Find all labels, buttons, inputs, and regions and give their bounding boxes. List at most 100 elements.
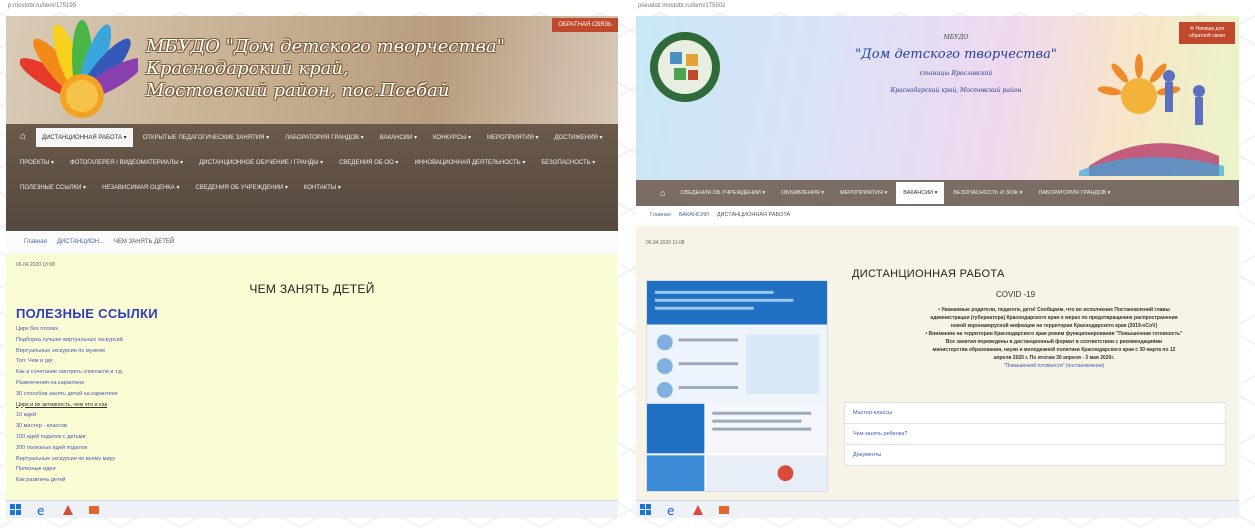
list-link[interactable]: 100 идей поделок с детьми: [16, 432, 608, 443]
right-browser-window: pseudoz.mostobr.ru/item/175502 МБУДО "До…: [636, 0, 1239, 518]
nav-item[interactable]: ЛАБОРАТОРИЯ ГРАНДОВ ▾: [1031, 182, 1117, 204]
list-link[interactable]: Как развлечь детей: [16, 475, 608, 486]
list-link[interactable]: 30 мастер - классов: [16, 421, 608, 432]
list-link[interactable]: 10 идей: [16, 410, 608, 421]
resolution-link[interactable]: "Повышенной готовности" (постановления): [876, 362, 1232, 370]
nav-item[interactable]: ИННОВАЦИОННАЯ ДЕЯТЕЛЬНОСТЬ ▾: [408, 153, 531, 172]
list-link[interactable]: Виртуальные экскурсии по музеям: [16, 346, 608, 357]
rainbow-flower-logo[interactable]: [20, 18, 138, 122]
nav-item[interactable]: КОНТАКТЫ ▾: [298, 178, 347, 197]
nav-item[interactable]: КОНКУРСЫ ▾: [427, 128, 477, 147]
breadcrumb-current: ЧЕМ ЗАНЯТЬ ДЕТЕЙ: [113, 239, 175, 245]
text-line: новой коронавирусной инфекции на террито…: [950, 323, 1158, 329]
right-page: МБУДО "Дом детского творчества" станицы …: [636, 16, 1239, 500]
text-line: Все занятия переведены в дистанционный ф…: [945, 339, 1163, 345]
links-list: Цирк без плохих Подборка лучших виртуаль…: [16, 324, 608, 486]
list-link[interactable]: Виртуальные экскурсии по всему миру: [16, 454, 608, 465]
list-link[interactable]: Цирк и их активность, чем что и как: [16, 400, 608, 411]
nav-item[interactable]: СВЕДЕНИЯ ОБ УЧРЕЖДЕНИИ ▾: [673, 182, 772, 204]
nav-item[interactable]: ПОЛЕЗНЫЕ ССЫЛКИ ▾: [14, 178, 92, 197]
main-nav: ⌂ СВЕДЕНИЯ ОБ УЧРЕЖДЕНИИ ▾ ОБЪЯВЛЕНИЯ ▾ …: [636, 180, 1239, 206]
announcement-text: • Уважаемые родители, педагоги, дети! Со…: [876, 306, 1232, 370]
site-header: МБУДО "Дом детского творчества" Краснода…: [6, 16, 618, 124]
nav-item[interactable]: ОБЪЯВЛЕНИЯ ▾: [774, 182, 831, 204]
address-bar[interactable]: p.mostobr.ru/item/175195: [6, 0, 618, 14]
accordion-item-occupy-child[interactable]: Чем занять ребенка?: [844, 424, 1226, 445]
list-link[interactable]: Цирк без плохих: [16, 324, 608, 335]
nav-item[interactable]: НЕЗАВИСИМАЯ ОЦЕНКА ▾: [96, 178, 185, 197]
accordion: Мастер-классы Чем занять ребенка? Докуме…: [844, 402, 1226, 466]
breadcrumb-current: ДИСТАНЦИОННАЯ РАБОТА: [716, 212, 791, 218]
taskbar: e: [6, 500, 618, 518]
office-icon[interactable]: [718, 504, 730, 516]
list-link[interactable]: 200 полезных идей поделок: [16, 443, 608, 454]
office-icon[interactable]: [88, 504, 100, 516]
text-line: • Уважаемые родители, педагоги, дети! Со…: [938, 307, 1170, 313]
nav-item[interactable]: МЕРОПРИЯТИЯ ▾: [481, 128, 545, 147]
list-link[interactable]: Подборка лучших виртуальных экскурсий: [16, 335, 608, 346]
windows-icon[interactable]: [10, 503, 22, 516]
nav-item[interactable]: ВАКАНСИИ ▾: [374, 128, 423, 147]
nav-item[interactable]: СВЕДЕНИЯ ОБ ОО ▾: [333, 153, 404, 172]
breadcrumb-link[interactable]: ВАКАНСИИ: [679, 212, 709, 220]
app-icon[interactable]: [692, 504, 704, 516]
list-link[interactable]: Как и сочетание смотреть спектакли и т.д…: [16, 367, 608, 378]
text-line: администрации (губернатора) Краснодарско…: [930, 315, 1178, 321]
list-link[interactable]: 30 способов занять детей на карантине: [16, 389, 608, 400]
breadcrumb-link[interactable]: ДИСТАНЦИОН...: [57, 239, 104, 247]
accordion-item-master-classes[interactable]: Мастер-классы: [844, 402, 1226, 424]
breadcrumb: Главная ВАКАНСИИ ДИСТАНЦИОННАЯ РАБОТА: [636, 206, 1239, 226]
site-title: "Дом детского творчества": [855, 47, 1057, 62]
list-link[interactable]: Полезные идеи: [16, 464, 608, 475]
text-line: апреля 2020 г. По итогам 30 апреля - 3 м…: [993, 355, 1115, 361]
accordion-item-documents[interactable]: Документы: [844, 445, 1226, 466]
breadcrumb-link[interactable]: Главная: [24, 239, 47, 247]
school-emblem-logo[interactable]: [648, 30, 722, 104]
nav-item-vacancies[interactable]: ВАКАНСИИ ▾: [896, 182, 945, 204]
text-line: министерства образования, науки и молоде…: [932, 347, 1176, 353]
publish-date: 06.04.2020 11:08: [646, 240, 685, 246]
breadcrumb: Главная ДИСТАНЦИОН... ЧЕМ ЗАНЯТЬ ДЕТЕЙ: [6, 232, 618, 254]
nav-item[interactable]: БЕЗОПАСНОСТЬ И ЗОЖ ▾: [946, 182, 1029, 204]
main-nav: ⌂ ДИСТАНЦИОННАЯ РАБОТА ▾ ОТКРЫТЫЕ ПЕДАГО…: [6, 124, 618, 231]
left-browser-window: p.mostobr.ru/item/175195 МБУДО "Дом детс…: [6, 0, 618, 518]
app-icon[interactable]: [62, 504, 74, 516]
address-bar[interactable]: pseudoz.mostobr.ru/item/175502: [636, 0, 1239, 14]
site-subtitle: станицы Ярославской: [919, 70, 993, 77]
text-line: • Вниманию на территории Краснодарского …: [925, 331, 1183, 337]
nav-item[interactable]: СВЕДЕНИЯ ОБ УЧРЕЖДЕНИИ ▾: [189, 178, 293, 197]
nav-item-distance-work[interactable]: ДИСТАНЦИОННАЯ РАБОТА ▾: [36, 128, 133, 147]
nav-item[interactable]: ОТКРЫТЫЕ ПЕДАГОГИЧЕСКИЕ ЗАНЯТИЯ ▾: [137, 128, 275, 147]
covid-infographic-image[interactable]: [646, 280, 828, 492]
svg-text:e: e: [37, 504, 44, 516]
nav-item[interactable]: МЕРОПРИЯТИЯ ▾: [833, 182, 894, 204]
site-title-line: Мостовский район, пос.Псебай: [146, 80, 450, 101]
windows-icon[interactable]: [640, 503, 652, 516]
list-link[interactable]: Топ: Чем и где: [16, 356, 608, 367]
content-area: 06.04.2020 10:08 ЧЕМ ЗАНЯТЬ ДЕТЕЙ ПОЛЕЗН…: [6, 254, 618, 500]
nav-item[interactable]: ДОСТИЖЕНИЯ ▾: [549, 128, 609, 147]
nav-item[interactable]: БЕЗОПАСНОСТЬ ▾: [535, 153, 601, 172]
nav-item[interactable]: ПРОЕКТЫ ▾: [14, 153, 60, 172]
org-type: МБУДО: [943, 34, 969, 41]
site-region: Краснодарский край, Мостовский район: [890, 87, 1022, 94]
nav-item[interactable]: ФОТОГАЛЕРЕЯ / ВИДЕОМАТЕРИАЛЫ ▾: [64, 153, 189, 172]
site-title-block: МБУДО "Дом детского творчества" станицы …: [826, 34, 1086, 94]
home-icon[interactable]: ⌂: [14, 128, 32, 146]
nav-item[interactable]: ДИСТАНЦИОННОЕ ОБУЧЕНИЕ / ГРАНДЫ ▾: [193, 153, 329, 172]
taskbar: e: [636, 500, 1239, 518]
edge-icon[interactable]: e: [36, 504, 48, 516]
page-title: ДИСТАНЦИОННАЯ РАБОТА: [852, 268, 1005, 280]
site-header: МБУДО "Дом детского творчества" станицы …: [636, 16, 1239, 180]
home-icon[interactable]: ⌂: [654, 188, 671, 198]
publish-date: 06.04.2020 10:08: [16, 262, 55, 268]
feedback-button[interactable]: ✉ Напиши для обратной связи: [1179, 22, 1235, 44]
breadcrumb-link[interactable]: Главная: [650, 212, 671, 220]
edge-icon[interactable]: e: [666, 504, 678, 516]
covid-heading: COVID -19: [996, 290, 1036, 299]
feedback-button[interactable]: ОБРАТНАЯ СВЯЗЬ: [552, 18, 618, 32]
nav-item[interactable]: ЛАБОРАТОРИЯ ГРАНДОВ ▾: [279, 128, 370, 147]
list-link[interactable]: Развлечения на карантине: [16, 378, 608, 389]
page-title: ЧЕМ ЗАНЯТЬ ДЕТЕЙ: [249, 282, 375, 296]
section-title: ПОЛЕЗНЫЕ ССЫЛКИ: [16, 306, 158, 321]
